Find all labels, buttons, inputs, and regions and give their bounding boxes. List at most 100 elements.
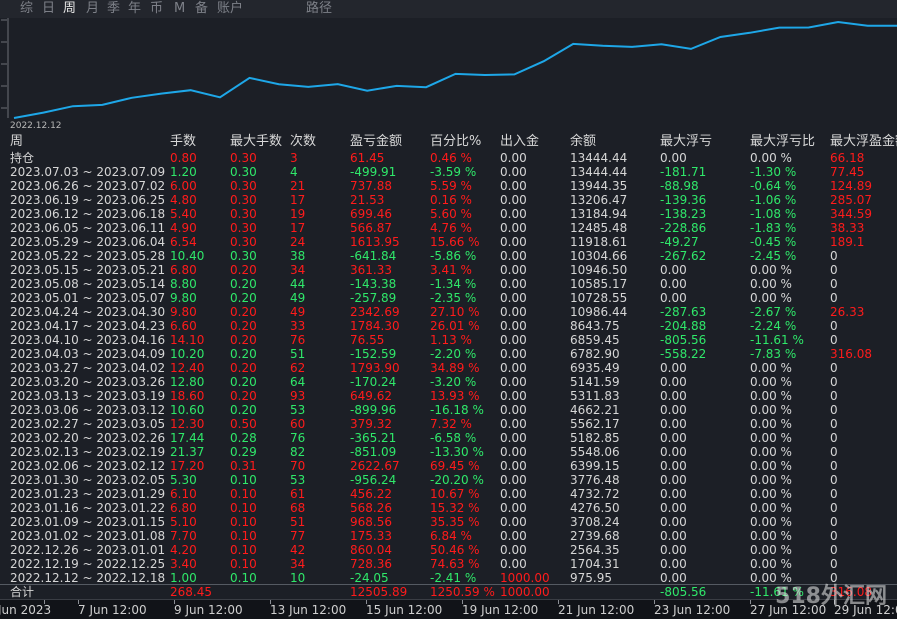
cell-maxprofit: 0 xyxy=(830,291,838,305)
tab-1[interactable]: 日 xyxy=(42,1,55,17)
table-row[interactable]: 2023.05.08 ~ 2023.05.14 8.80 0.20 44 -143.38… xyxy=(0,277,897,291)
cell-lots: 5.10 xyxy=(170,515,197,529)
tab-5[interactable]: 年 xyxy=(128,1,141,17)
tab-9[interactable]: 账户 xyxy=(217,1,243,17)
cell-pct: 69.45 % xyxy=(430,459,480,473)
col-maxlots-header[interactable]: 最大手数 xyxy=(230,134,282,150)
table-row[interactable]: 2023.02.20 ~ 2023.02.26 17.44 0.28 76 -365.2… xyxy=(0,431,897,445)
tab-4[interactable]: 季 xyxy=(107,1,120,17)
tab-6[interactable]: 币 xyxy=(150,1,163,17)
cell-period: 2023.03.20 ~ 2023.03.26 xyxy=(10,375,166,389)
table-row[interactable]: 2023.01.16 ~ 2023.01.22 6.80 0.10 68 568.26 1… xyxy=(0,501,897,515)
col-maxprofit-header[interactable]: 最大浮盈金额 xyxy=(830,134,897,150)
tab-10[interactable]: 路径 xyxy=(306,1,332,17)
cell-pct: -13.30 % xyxy=(430,445,484,459)
cell-maxloss: 0.00 xyxy=(660,529,687,543)
balance-curve-chart: 2022.12.12 xyxy=(1,18,897,132)
cell-pct: 1.13 % xyxy=(430,333,472,347)
table-row[interactable]: 2022.12.12 ~ 2022.12.18 1.00 0.10 10 -24.05 -… xyxy=(0,571,897,585)
table-row[interactable]: 持仓 0.80 0.30 3 61.45 0.46 % 0.00 13444.44 0.00 0.… xyxy=(0,151,897,165)
col-count-header[interactable]: 次数 xyxy=(290,134,316,150)
table-row[interactable]: 2023.04.03 ~ 2023.04.09 10.20 0.20 51 -152.5… xyxy=(0,347,897,361)
cell-count: 17 xyxy=(290,221,306,235)
table-row[interactable]: 2023.03.20 ~ 2023.03.26 12.80 0.20 64 -170.2… xyxy=(0,375,897,389)
col-maxlosspct-header[interactable]: 最大浮亏比 xyxy=(750,134,815,150)
table-row[interactable]: 2023.06.19 ~ 2023.06.25 4.80 0.30 17 21.53 0.… xyxy=(0,193,897,207)
table-row[interactable]: 2023.05.01 ~ 2023.05.07 9.80 0.20 49 -257.89… xyxy=(0,291,897,305)
cell-maxloss: 0.00 xyxy=(660,417,687,431)
table-row[interactable]: 2023.02.27 ~ 2023.03.05 12.30 0.50 60 379.32… xyxy=(0,417,897,431)
table-row[interactable]: 2023.07.03 ~ 2023.07.09 1.20 0.30 4 -499.91 -… xyxy=(0,165,897,179)
cell-period: 2023.01.09 ~ 2023.01.15 xyxy=(10,515,166,529)
tab-7[interactable]: M xyxy=(174,1,185,17)
cell-pct: 7.32 % xyxy=(430,417,472,431)
table-row[interactable]: 2023.02.06 ~ 2023.02.12 17.20 0.31 70 2622.6… xyxy=(0,459,897,473)
cell-maxlosspct: 0.00 % xyxy=(750,277,792,291)
total-label: 合计 xyxy=(10,585,35,599)
cell-balance: 3708.24 xyxy=(570,515,620,529)
cell-pct: 35.35 % xyxy=(430,515,480,529)
cell-flow: 0.00 xyxy=(500,263,527,277)
table-row[interactable]: 2023.01.02 ~ 2023.01.08 7.70 0.10 77 175.33 6… xyxy=(0,529,897,543)
cell-pnl: 76.55 xyxy=(350,333,385,347)
cell-maxlots: 0.20 xyxy=(230,403,257,417)
cell-count: 64 xyxy=(290,375,306,389)
cell-maxlots: 0.30 xyxy=(230,221,257,235)
table-row[interactable]: 2023.03.13 ~ 2023.03.19 18.60 0.20 93 649.62… xyxy=(0,389,897,403)
cell-count: 53 xyxy=(290,403,306,417)
col-balance-header[interactable]: 余额 xyxy=(570,134,596,150)
cell-flow: 0.00 xyxy=(500,529,527,543)
table-row[interactable]: 2022.12.19 ~ 2022.12.25 3.40 0.10 34 728.36 7… xyxy=(0,557,897,571)
table-row[interactable]: 2023.05.15 ~ 2023.05.21 6.80 0.20 34 361.33 3… xyxy=(0,263,897,277)
cell-flow: 0.00 xyxy=(500,375,527,389)
table-row[interactable]: 2023.04.10 ~ 2023.04.16 14.10 0.20 76 76.55 1… xyxy=(0,333,897,347)
tab-2[interactable]: 周 xyxy=(63,1,76,17)
table-row[interactable]: 2023.06.05 ~ 2023.06.11 4.90 0.30 17 566.87 4… xyxy=(0,221,897,235)
cell-maxlots: 0.30 xyxy=(230,165,257,179)
cell-pct: -3.59 % xyxy=(430,165,477,179)
col-pnl-header[interactable]: 盈亏金额 xyxy=(350,134,402,150)
tab-3[interactable]: 月 xyxy=(86,1,99,17)
col-week-header[interactable]: 周 xyxy=(10,134,23,150)
cell-pnl: 728.36 xyxy=(350,557,392,571)
cell-flow: 0.00 xyxy=(500,179,527,193)
cell-maxloss: -204.88 xyxy=(660,319,707,333)
table-row[interactable]: 2023.05.22 ~ 2023.05.28 10.40 0.30 38 -641.8… xyxy=(0,249,897,263)
cell-maxprofit: 0 xyxy=(830,417,838,431)
cell-pnl: 61.45 xyxy=(350,151,385,165)
table-row[interactable]: 2022.12.26 ~ 2023.01.01 4.20 0.10 42 860.04 5… xyxy=(0,543,897,557)
cell-pnl: 1784.30 xyxy=(350,319,400,333)
cell-lots: 4.80 xyxy=(170,193,197,207)
cell-balance: 12485.48 xyxy=(570,221,628,235)
table-row[interactable]: 2023.02.13 ~ 2023.02.19 21.37 0.29 82 -851.0… xyxy=(0,445,897,459)
table-row[interactable]: 2023.01.23 ~ 2023.01.29 6.10 0.10 61 456.22 1… xyxy=(0,487,897,501)
col-flow-header[interactable]: 出入金 xyxy=(500,134,539,150)
cell-flow: 0.00 xyxy=(500,333,527,347)
cell-maxloss: -287.63 xyxy=(660,305,707,319)
cell-pct: 15.32 % xyxy=(430,501,480,515)
cell-pnl: 568.26 xyxy=(350,501,392,515)
table-row[interactable]: 2023.03.27 ~ 2023.04.02 12.40 0.20 62 1793.9… xyxy=(0,361,897,375)
table-row[interactable]: 2023.01.30 ~ 2023.02.05 5.30 0.10 53 -956.24… xyxy=(0,473,897,487)
col-pct-header[interactable]: 百分比% xyxy=(430,134,481,150)
cell-flow: 0.00 xyxy=(500,193,527,207)
col-lots-header[interactable]: 手数 xyxy=(170,134,196,150)
table-row[interactable]: 2023.04.17 ~ 2023.04.23 6.60 0.20 33 1784.30… xyxy=(0,319,897,333)
tab-0[interactable]: 综 xyxy=(20,1,33,17)
table-row[interactable]: 2023.05.29 ~ 2023.06.04 6.54 0.30 24 1613.95… xyxy=(0,235,897,249)
cell-flow: 0.00 xyxy=(500,445,527,459)
table-row[interactable]: 2023.01.09 ~ 2023.01.15 5.10 0.10 51 968.56 3… xyxy=(0,515,897,529)
cell-count: 34 xyxy=(290,557,306,571)
cell-period: 2023.04.17 ~ 2023.04.23 xyxy=(10,319,166,333)
table-row[interactable]: 2023.06.26 ~ 2023.07.02 6.00 0.30 21 737.88 5… xyxy=(0,179,897,193)
cell-count: 77 xyxy=(290,529,306,543)
cell-pct: 34.89 % xyxy=(430,361,480,375)
table-row[interactable]: 2023.06.12 ~ 2023.06.18 5.40 0.30 19 699.46 5… xyxy=(0,207,897,221)
cell-balance: 975.95 xyxy=(570,571,612,585)
cell-pct: -2.41 % xyxy=(430,571,477,585)
col-maxloss-header[interactable]: 最大浮亏 xyxy=(660,134,712,150)
table-row[interactable]: 2023.03.06 ~ 2023.03.12 10.60 0.20 53 -899.9… xyxy=(0,403,897,417)
cell-pct: -3.20 % xyxy=(430,375,477,389)
table-row[interactable]: 2023.04.24 ~ 2023.04.30 9.80 0.20 49 2342.69… xyxy=(0,305,897,319)
tab-8[interactable]: 备 xyxy=(195,1,208,17)
